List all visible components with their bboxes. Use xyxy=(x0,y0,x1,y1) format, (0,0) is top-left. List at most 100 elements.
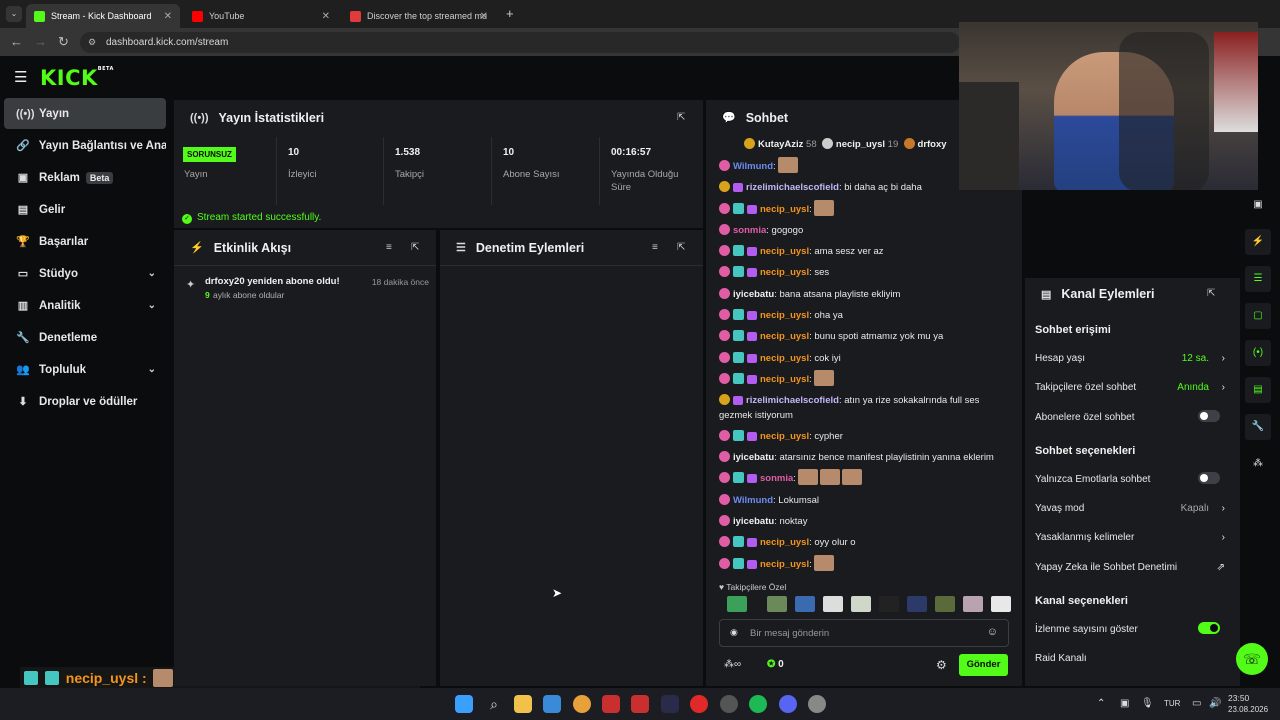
tab-list-icon[interactable]: ⌄ xyxy=(6,6,22,22)
chat-username[interactable]: iyicebatu xyxy=(733,289,774,300)
chat-message[interactable]: necip_uysl: xyxy=(719,369,1009,390)
followers-chat-row[interactable]: Takipçilere özel sohbet Anında › xyxy=(1035,382,1225,393)
emote-only-toggle[interactable] xyxy=(1198,472,1220,484)
emote-icon[interactable] xyxy=(935,596,955,612)
new-tab-icon[interactable]: + xyxy=(506,6,514,21)
chat-message[interactable]: Wilmund: Lokumsal xyxy=(719,490,1009,511)
more-icon[interactable]: ⁂ xyxy=(1245,451,1271,477)
tray-app-icon[interactable]: ▣ xyxy=(1120,698,1129,709)
sidebar-item-drops[interactable]: ⬇ Droplar ve ödüller xyxy=(4,386,166,417)
emote-icon[interactable] xyxy=(991,596,1011,612)
tab-kick-dashboard[interactable]: Stream - Kick Dashboard ✕ xyxy=(26,4,180,28)
forward-icon[interactable]: → xyxy=(34,34,47,49)
chat-username[interactable]: necip_uysl xyxy=(760,431,809,442)
emote-icon[interactable] xyxy=(767,596,787,612)
sidebar-item-stream[interactable]: ((•)) Yayın xyxy=(4,98,166,129)
channel-points[interactable]: ✪ 0 xyxy=(767,659,784,670)
sidebar-item-revenue[interactable]: ▤ Gelir xyxy=(4,194,166,225)
chat-message[interactable]: iyicebatu: noktay xyxy=(719,511,1009,532)
app-icon[interactable] xyxy=(661,695,679,713)
show-viewers-toggle[interactable] xyxy=(1198,622,1220,634)
sidebar-item-moderation[interactable]: 🔧 Denetleme xyxy=(4,322,166,353)
chat-username[interactable]: sonmia xyxy=(760,473,793,484)
chat-username[interactable]: necip_uysl xyxy=(760,331,809,342)
chat-message[interactable]: necip_uysl: ses xyxy=(719,262,1009,283)
chat-settings-icon[interactable]: ◉ xyxy=(730,627,738,638)
chat-username[interactable]: Wilmund xyxy=(733,495,773,506)
tray-chevron-icon[interactable]: ⌃ xyxy=(1097,698,1105,709)
discord-icon[interactable] xyxy=(779,695,797,713)
media-player-icon[interactable] xyxy=(690,695,708,713)
send-button[interactable]: Gönder xyxy=(959,654,1008,676)
back-icon[interactable]: ← xyxy=(10,34,23,49)
chat-username[interactable]: necip_uysl xyxy=(760,374,809,385)
chat-message[interactable]: iyicebatu: bana atsana playliste ekliyim xyxy=(719,284,1009,305)
wrench-icon[interactable]: 🔧 xyxy=(1245,414,1271,440)
chat-message[interactable]: necip_uysl: oyy olur o xyxy=(719,532,1009,553)
emote-icon[interactable] xyxy=(907,596,927,612)
emote-icon[interactable] xyxy=(879,596,899,612)
emote-icon[interactable] xyxy=(727,596,747,612)
popout-icon[interactable]: ⇱ xyxy=(677,112,685,123)
gear-icon[interactable]: ⚙ xyxy=(936,658,947,672)
close-tab-icon[interactable]: ✕ xyxy=(164,11,172,22)
volume-icon[interactable]: 🔊 xyxy=(1209,698,1221,709)
chat-message[interactable]: necip_uysl: xyxy=(719,554,1009,575)
chat-message[interactable]: necip_uysl: bunu spoti atmamız yok mu ya xyxy=(719,326,1009,347)
sidebar-item-achievements[interactable]: 🏆 Başarılar xyxy=(4,226,166,257)
chrome-icon[interactable] xyxy=(573,695,591,713)
app-icon[interactable] xyxy=(808,695,826,713)
chat-message[interactable]: necip_uysl: ama sesz ver az xyxy=(719,241,1009,262)
tab-discover[interactable]: Discover the top streamed mu ✕ xyxy=(342,4,496,28)
app-icon[interactable] xyxy=(602,695,620,713)
sidebar-item-analytics[interactable]: ▥ Analitik ⌄ xyxy=(4,290,166,321)
emoji-icon[interactable]: ☺ xyxy=(987,626,998,638)
chat-message[interactable]: necip_uysl: cypher xyxy=(719,426,1009,447)
banned-words-row[interactable]: Yasaklanmış kelimeler › xyxy=(1035,532,1225,543)
slow-mode-row[interactable]: Yavaş mod Kapalı › xyxy=(1035,503,1225,514)
chat-username[interactable]: necip_uysl xyxy=(760,353,809,364)
keyboard-language[interactable]: TUR xyxy=(1164,699,1180,708)
windows-start-icon[interactable] xyxy=(455,695,473,713)
account-age-row[interactable]: Hesap yaşı 12 sa. › xyxy=(1035,353,1225,364)
sidebar-item-ads[interactable]: ▣ Reklam Beta xyxy=(4,162,166,193)
microphone-icon[interactable]: 🎙 xyxy=(1141,698,1154,709)
gifter-name[interactable]: drfoxy xyxy=(918,139,947,150)
emote-icon[interactable] xyxy=(963,596,983,612)
subs-chat-toggle[interactable] xyxy=(1198,410,1220,422)
popout-icon[interactable]: ⇱ xyxy=(1207,288,1215,299)
kick-logo[interactable]: KICKBETA xyxy=(40,66,114,90)
sidebar-item-stream-key[interactable]: 🔗 Yayın Bağlantısı ve Anahtarı xyxy=(4,130,166,161)
gifter-name[interactable]: necip_uysl xyxy=(836,139,885,150)
network-icon[interactable]: ▭ xyxy=(1192,698,1201,709)
file-explorer-icon[interactable] xyxy=(514,695,532,713)
bolt-icon[interactable]: ⚡ xyxy=(1245,229,1271,255)
tab-youtube[interactable]: YouTube ✕ xyxy=(184,4,338,28)
filter-icon[interactable]: ≡ xyxy=(386,242,392,253)
reload-icon[interactable]: ↻ xyxy=(58,34,69,50)
chat-username[interactable]: necip_uysl xyxy=(760,559,809,570)
emote-icon[interactable] xyxy=(795,596,815,612)
filter-icon[interactable]: ≡ xyxy=(652,242,658,253)
panel-icon[interactable]: ▣ xyxy=(1245,192,1271,218)
emote-icon[interactable] xyxy=(823,596,843,612)
chat-icon[interactable]: ▢ xyxy=(1245,303,1271,329)
chat-message[interactable]: gezmek istiyorum xyxy=(719,405,1009,426)
clock-time[interactable]: 23:50 xyxy=(1228,693,1249,703)
site-info-icon[interactable]: ⚙ xyxy=(88,32,96,53)
chat-username[interactable]: iyicebatu xyxy=(733,452,774,463)
chat-username[interactable]: necip_uysl xyxy=(760,204,809,215)
chat-message[interactable]: necip_uysl: cok iyi xyxy=(719,348,1009,369)
spotify-icon[interactable] xyxy=(749,695,767,713)
chat-message[interactable]: sonmia: xyxy=(719,468,1009,489)
sidebar-item-community[interactable]: 👥 Topluluk ⌄ xyxy=(4,354,166,385)
emote-icon[interactable] xyxy=(851,596,871,612)
popout-icon[interactable]: ⇱ xyxy=(677,242,685,253)
gifter-name[interactable]: KutayAziz xyxy=(758,139,803,150)
chat-username[interactable]: necip_uysl xyxy=(760,267,809,278)
raid-row[interactable]: Raid Kanalı xyxy=(1035,653,1225,664)
menu-icon[interactable]: ☰ xyxy=(14,68,27,86)
broadcast-icon[interactable]: (•) xyxy=(1245,340,1271,366)
chat-username[interactable]: necip_uysl xyxy=(760,246,809,257)
photos-icon[interactable] xyxy=(543,695,561,713)
